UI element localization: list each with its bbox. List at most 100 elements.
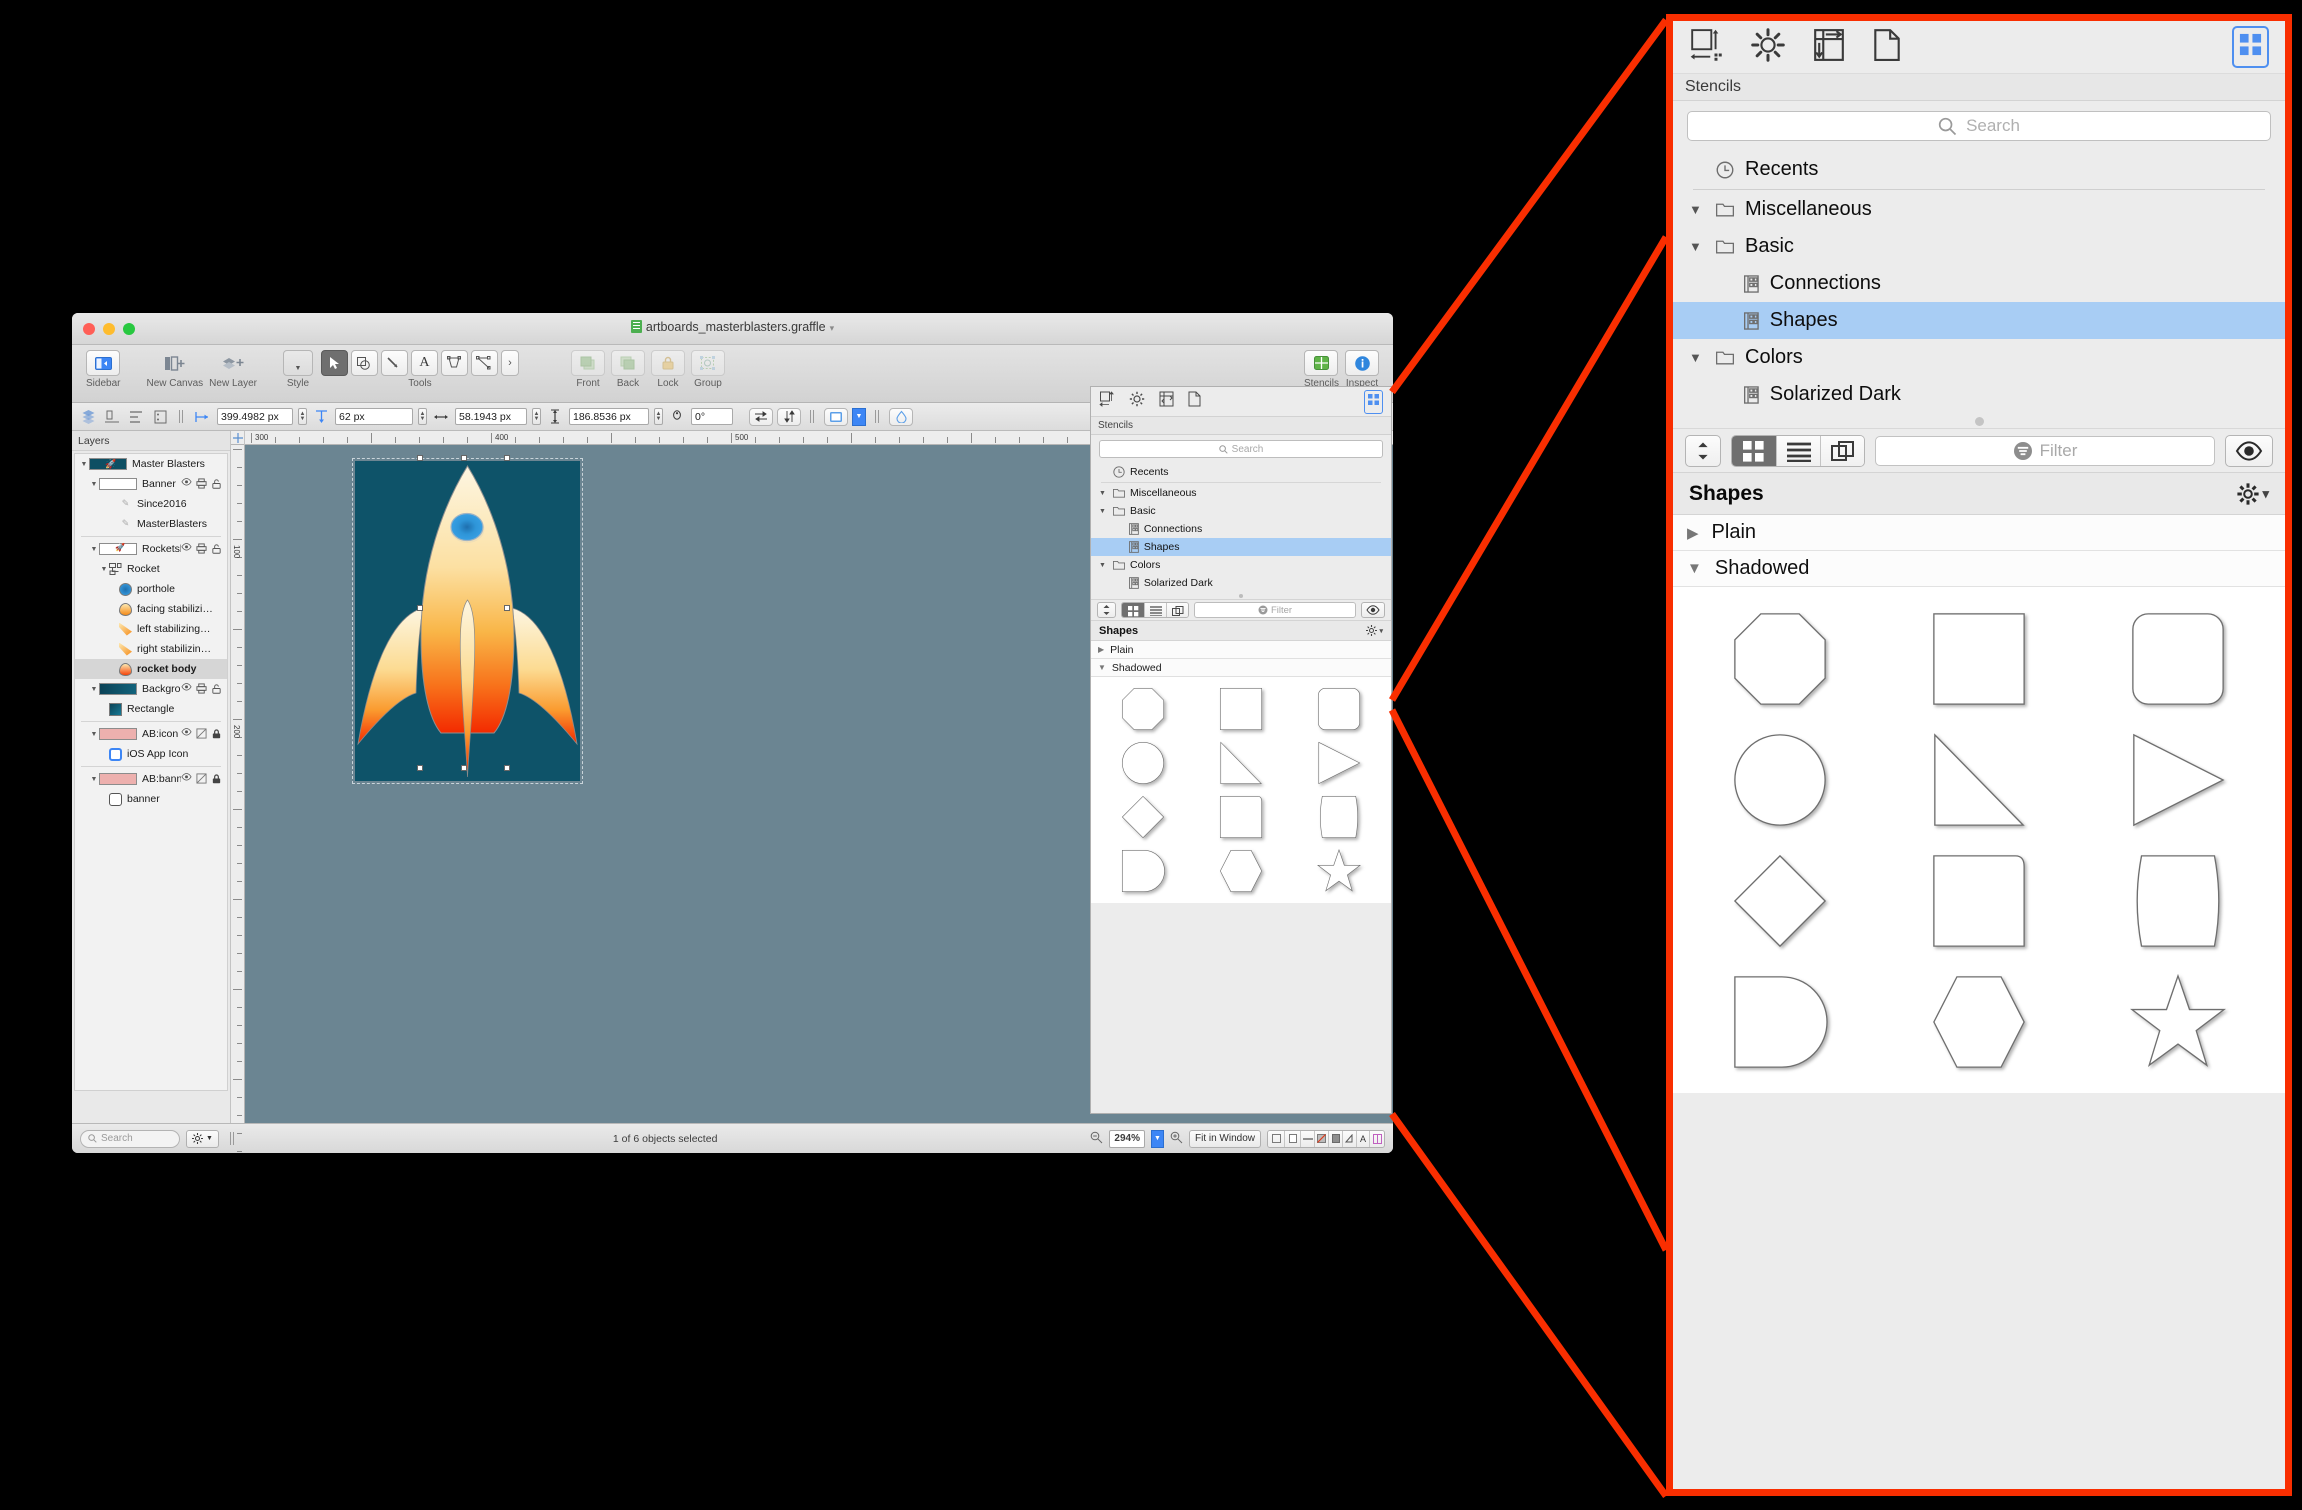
gear-icon[interactable] <box>1751 27 1785 67</box>
disclosure-triangle-icon[interactable]: ▼ <box>1689 202 1705 217</box>
group-disclosure-icon[interactable]: ▶ <box>1098 645 1104 654</box>
layer-row[interactable]: banner <box>75 789 227 809</box>
stencil-group-row[interactable]: ▶ Plain <box>1091 641 1391 659</box>
bezier-tool-icon[interactable] <box>470 350 498 376</box>
grid-view-icon[interactable] <box>1122 603 1144 617</box>
fill-toggle-icon[interactable] <box>1328 1130 1342 1147</box>
lock-icon[interactable] <box>211 773 222 786</box>
toolbar-group-inspect[interactable]: Inspect <box>1345 350 1379 389</box>
print-icon[interactable] <box>196 542 207 556</box>
stencil-shape-right-triangle[interactable] <box>1882 722 2075 837</box>
layers-stack-icon[interactable] <box>78 407 98 427</box>
stencil-shape-star[interactable] <box>1291 845 1387 897</box>
magnified-panel-splitter[interactable] <box>1673 413 2285 429</box>
toolbar-group-front[interactable]: Front <box>570 350 605 389</box>
stencil-tree-item[interactable]: Recents <box>1091 463 1391 481</box>
page-toggle-icon[interactable] <box>1284 1130 1300 1147</box>
stencil-group-row[interactable]: ▶ Plain <box>1673 515 2285 551</box>
layer-row[interactable]: Rectangle <box>75 699 227 719</box>
new-layer-icon[interactable] <box>216 350 250 376</box>
y-position-field[interactable]: 62 px <box>335 408 413 425</box>
stencil-shape-octagon[interactable] <box>1683 601 1876 716</box>
stencil-tree-item[interactable]: ▼ Miscellaneous <box>1091 484 1391 502</box>
stencil-shape-hexagon[interactable] <box>1882 964 2075 1079</box>
magnified-search-input[interactable]: Search <box>1687 111 2271 141</box>
sort-stepper-icon[interactable] <box>1097 602 1116 618</box>
stencil-shape-circle[interactable] <box>1683 722 1876 837</box>
toolbar-group-new-layer[interactable]: New Layer <box>209 350 257 389</box>
lock-icon[interactable] <box>211 728 222 741</box>
layer-row[interactable]: ▼🚀 Rocketship <box>75 539 227 559</box>
lock-icon[interactable] <box>650 350 685 376</box>
group-icon[interactable] <box>690 350 725 376</box>
selection-handle[interactable] <box>417 765 423 771</box>
layer-row[interactable]: left stabilizing… <box>75 619 227 639</box>
gear-dropdown-icon[interactable]: ▾ <box>1366 625 1383 636</box>
stencil-shape-play-triangle[interactable] <box>1291 737 1387 789</box>
select-tool-icon[interactable] <box>320 350 348 376</box>
stencil-tree-item[interactable]: Solarized Dark <box>1091 574 1391 592</box>
layer-row[interactable]: ✎ Since2016 <box>75 494 227 514</box>
text-tool-icon[interactable]: A <box>410 350 438 376</box>
stencil-shape-circle[interactable] <box>1095 737 1191 789</box>
send-back-icon[interactable] <box>610 350 645 376</box>
view-mode-toggle-group[interactable] <box>1121 602 1189 618</box>
list-view-icon[interactable] <box>1144 603 1166 617</box>
toolbar-group-new-canvas[interactable]: New Canvas <box>146 350 203 389</box>
unlock-icon[interactable] <box>211 478 222 491</box>
canvas-size-icon[interactable] <box>1099 391 1115 412</box>
gear-icon[interactable] <box>1129 391 1145 412</box>
stencil-shape-barrel[interactable] <box>2082 843 2275 958</box>
height-field[interactable]: 186.8536 px <box>569 408 649 425</box>
document-icon[interactable] <box>1873 28 1901 67</box>
preview-eye-icon[interactable] <box>2225 434 2273 467</box>
rotation-field[interactable]: 0° <box>691 408 733 425</box>
unlock-icon[interactable] <box>211 543 222 556</box>
layer-disclosure-triangle[interactable]: ▼ <box>89 546 99 553</box>
flip-vertical-icon[interactable] <box>777 407 801 426</box>
stencil-tree-item[interactable]: ▼ Basic <box>1091 502 1391 520</box>
layer-row[interactable]: ▼ Rocket <box>75 559 227 579</box>
stencil-tree-item[interactable]: Recents <box>1673 151 2285 188</box>
unlock-icon[interactable] <box>211 683 222 696</box>
toolbar-group-stencils[interactable]: Stencils <box>1304 350 1339 389</box>
compact-view-icon[interactable] <box>1820 435 1864 466</box>
group-disclosure-icon[interactable]: ▼ <box>1687 560 1702 577</box>
layer-disclosure-triangle[interactable]: ▼ <box>89 731 99 738</box>
stencil-tree-item[interactable]: Connections <box>1091 520 1391 538</box>
height-stepper[interactable]: ▲ ▼ <box>654 408 663 425</box>
zoom-in-icon[interactable] <box>1170 1131 1183 1147</box>
canvas-search-input[interactable]: Search <box>80 1129 180 1148</box>
shape-fill-dropdown-icon[interactable]: ▼ <box>852 407 866 426</box>
layer-row[interactable]: facing stabilizi… <box>75 599 227 619</box>
zoom-out-icon[interactable] <box>1090 1131 1103 1147</box>
stencils-grid-icon[interactable] <box>1364 389 1383 414</box>
view-mode-toggle-group[interactable] <box>1731 434 1865 467</box>
line-tool-icon[interactable] <box>380 350 408 376</box>
magnified-stencils-tree[interactable]: Recents ▼ Miscellaneous ▼ Basic Connections Sh… <box>1673 151 2285 413</box>
stencil-tree-item[interactable]: Connections <box>1673 265 2285 302</box>
layer-row[interactable]: ▼ Backgrou… <box>75 679 227 699</box>
stencil-tree-item[interactable]: Solarized Dark <box>1673 376 2285 413</box>
vertical-ruler[interactable]: 100 200 <box>231 445 245 1152</box>
layer-row[interactable]: ✎ MasterBlasters <box>75 514 227 534</box>
stencil-tree-item[interactable]: ▼ Colors <box>1091 556 1391 574</box>
text-toggle-icon[interactable]: A <box>1356 1130 1369 1147</box>
more-tools-icon[interactable]: › <box>500 350 519 376</box>
toolbar-group-sidebar[interactable]: Sidebar <box>86 350 120 389</box>
noprint-icon[interactable] <box>196 727 207 741</box>
align-icon[interactable] <box>102 407 122 427</box>
x-position-field[interactable]: 399.4982 px <box>217 408 293 425</box>
layer-toggles[interactable] <box>181 542 227 556</box>
canvas-settings-button[interactable]: ▼ <box>186 1129 219 1148</box>
noprint-icon[interactable] <box>196 772 207 786</box>
stencil-shape-star[interactable] <box>2082 964 2275 1079</box>
width-stepper[interactable]: ▲ ▼ <box>532 408 541 425</box>
eye-icon[interactable] <box>181 477 192 491</box>
toolbar-group-lock[interactable]: Lock <box>650 350 685 389</box>
sidebar-icon[interactable] <box>86 350 121 376</box>
inspect-icon[interactable] <box>1345 350 1379 376</box>
stencil-tree-item[interactable]: Shapes <box>1673 302 2285 339</box>
eye-icon[interactable] <box>181 542 192 556</box>
toolbar-grip[interactable] <box>179 410 184 423</box>
